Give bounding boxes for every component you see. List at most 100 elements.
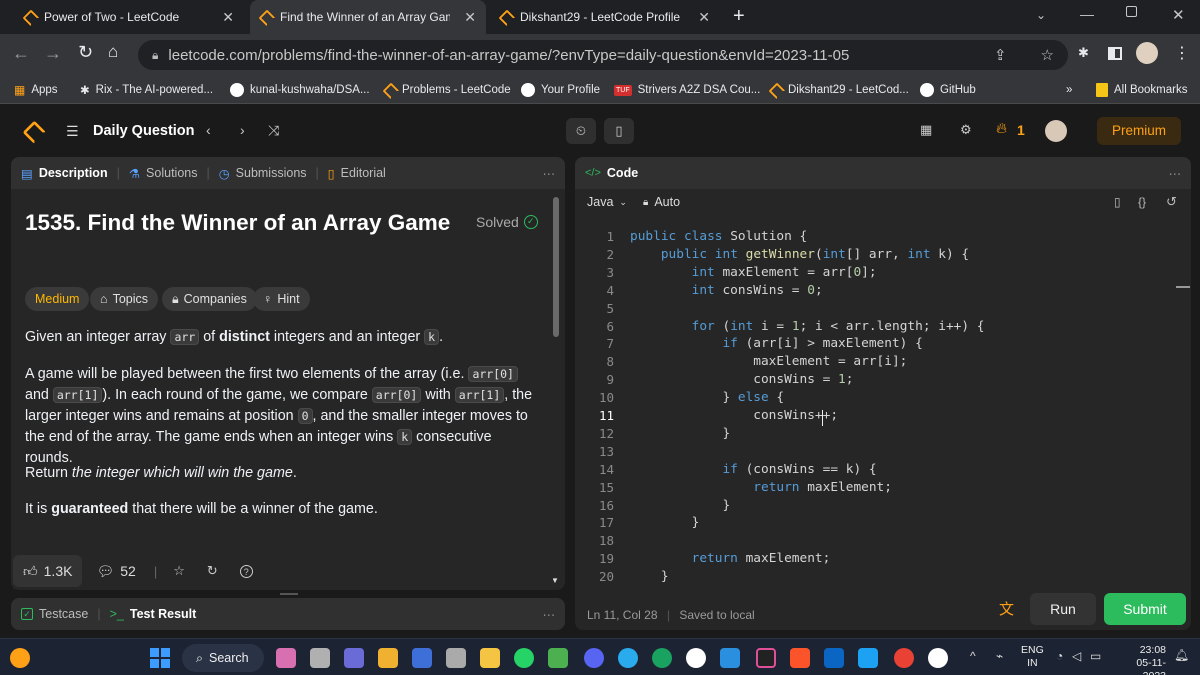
premium-button[interactable]: Premium bbox=[1097, 117, 1181, 145]
tab-editorial[interactable]: Editorial bbox=[341, 166, 386, 180]
new-tab-icon[interactable]: + bbox=[733, 5, 745, 28]
language-indicator[interactable]: ENG IN bbox=[1021, 644, 1044, 670]
bookmark-dikshant[interactable]: Dikshant29 - LeetCod... bbox=[770, 76, 909, 104]
bookmarks-overflow[interactable]: » bbox=[1066, 76, 1072, 104]
bookmark-star-icon[interactable]: ☆ bbox=[1041, 46, 1054, 64]
store-icon[interactable] bbox=[378, 648, 398, 668]
bookmark-your-profile[interactable]: Your Profile bbox=[521, 76, 600, 104]
browser-tab-power-of-two[interactable]: Power of Two - LeetCode ✕ bbox=[14, 0, 244, 34]
reset-code-icon[interactable]: ↺ bbox=[1166, 194, 1177, 210]
like-button[interactable]: 👍︎ 1.3K bbox=[13, 555, 83, 587]
settings-gear-icon[interactable]: ⚙ bbox=[960, 122, 972, 138]
volume-icon[interactable]: ◁ bbox=[1072, 649, 1081, 663]
tab-solutions[interactable]: Solutions bbox=[146, 166, 197, 180]
ai-translate-icon[interactable]: 文 bbox=[999, 598, 1014, 619]
linkedin-icon[interactable] bbox=[824, 648, 844, 668]
media-player-icon[interactable] bbox=[928, 648, 948, 668]
close-tab-icon[interactable]: ✕ bbox=[464, 9, 476, 26]
prev-problem-icon[interactable]: ‹ bbox=[206, 122, 211, 138]
minimize-icon[interactable]: — bbox=[1080, 6, 1094, 22]
share-icon[interactable]: ↻ bbox=[207, 563, 218, 579]
layout-icon[interactable]: ▦ bbox=[920, 122, 932, 138]
home-icon[interactable]: ⌂ bbox=[108, 42, 118, 62]
timer-icon[interactable]: ⏲ bbox=[566, 118, 596, 144]
profile-avatar[interactable] bbox=[1136, 42, 1158, 64]
topics-chip[interactable]: ⌂ Topics bbox=[90, 287, 158, 311]
bookmark-kunal[interactable]: kunal-kushwaha/DSA... bbox=[230, 76, 370, 104]
whatsapp-icon[interactable] bbox=[514, 648, 534, 668]
chrome-icon[interactable] bbox=[894, 648, 914, 668]
help-icon[interactable]: ? bbox=[239, 564, 253, 578]
battery-icon[interactable]: ▭ bbox=[1090, 649, 1101, 663]
visual-studio-icon[interactable] bbox=[412, 648, 432, 668]
bookmark-apps[interactable]: ▦ Apps bbox=[14, 76, 58, 104]
favorite-star-icon[interactable]: ☆ bbox=[173, 563, 185, 579]
shuffle-icon[interactable]: ⤨ bbox=[268, 122, 279, 139]
panel-resize-handle[interactable] bbox=[280, 593, 298, 595]
vscode-icon[interactable] bbox=[720, 648, 740, 668]
network-icon[interactable]: ⌁ bbox=[996, 649, 1003, 663]
tab-search-chevron-icon[interactable]: ⌄ bbox=[1036, 8, 1046, 22]
run-button[interactable]: Run bbox=[1030, 593, 1096, 625]
notification-bell-icon[interactable]: 🔔︎ bbox=[1174, 648, 1189, 662]
back-icon[interactable]: ← bbox=[12, 43, 30, 64]
tab-description[interactable]: Description bbox=[39, 166, 108, 180]
forward-icon[interactable]: → bbox=[44, 43, 62, 64]
maximize-icon[interactable] bbox=[1126, 6, 1137, 17]
share-icon[interactable]: ⇪ bbox=[994, 46, 1007, 64]
github-desktop-icon[interactable] bbox=[686, 648, 706, 668]
next-problem-icon[interactable]: › bbox=[240, 122, 245, 138]
extensions-icon[interactable]: ✱ bbox=[1078, 45, 1089, 61]
user-avatar[interactable] bbox=[1045, 120, 1067, 142]
tab-test-result[interactable]: Test Result bbox=[130, 607, 196, 621]
reload-icon[interactable]: ↻ bbox=[78, 42, 93, 63]
tray-overflow-icon[interactable]: ^ bbox=[970, 649, 976, 663]
intellij-icon[interactable] bbox=[756, 648, 776, 668]
brave-icon[interactable] bbox=[790, 648, 810, 668]
format-braces-icon[interactable]: {} bbox=[1138, 195, 1146, 209]
submit-button[interactable]: Submit bbox=[1104, 593, 1186, 625]
bookmark-icon[interactable]: ▯ bbox=[1114, 195, 1121, 209]
language-select[interactable]: Java ⌄ bbox=[587, 195, 627, 209]
windows-start-icon[interactable] bbox=[150, 648, 170, 668]
panel-more-icon[interactable]: ⋯ bbox=[543, 166, 556, 181]
daily-question-link[interactable]: Daily Question bbox=[93, 123, 195, 139]
panel-more-icon[interactable]: ⋯ bbox=[543, 607, 556, 622]
app-icon[interactable] bbox=[548, 648, 568, 668]
close-tab-icon[interactable]: ✕ bbox=[698, 9, 710, 26]
teams-icon[interactable] bbox=[344, 648, 364, 668]
chrome-menu-icon[interactable]: ⋮ bbox=[1174, 43, 1190, 63]
bookmark-problems[interactable]: Problems - LeetCode bbox=[384, 76, 511, 104]
comments-button[interactable]: 💬︎ 52 bbox=[96, 563, 135, 580]
file-explorer-icon[interactable] bbox=[480, 648, 500, 668]
app-icon[interactable] bbox=[446, 648, 466, 668]
tab-submissions[interactable]: Submissions bbox=[236, 166, 307, 180]
auto-mode-toggle[interactable]: 🔒︎ Auto bbox=[643, 195, 680, 209]
notes-icon[interactable]: ▯ bbox=[604, 118, 634, 144]
close-tab-icon[interactable]: ✕ bbox=[222, 9, 234, 26]
wifi-icon[interactable]: ◔ bbox=[1056, 649, 1063, 663]
copilot-icon[interactable] bbox=[276, 648, 296, 668]
close-window-icon[interactable]: ✕ bbox=[1172, 6, 1185, 24]
twitter-icon[interactable] bbox=[858, 648, 878, 668]
url-bar[interactable]: 🔒︎ leetcode.com/problems/find-the-winner… bbox=[138, 40, 1068, 70]
description-scrollbar[interactable]: ▼ bbox=[551, 197, 561, 587]
taskbar-search[interactable]: ⌕ Search bbox=[182, 644, 264, 672]
all-bookmarks[interactable]: All Bookmarks bbox=[1096, 76, 1188, 104]
bookmark-rix[interactable]: ✱ Rix - The AI-powered... bbox=[80, 76, 213, 104]
task-view-icon[interactable] bbox=[310, 648, 330, 668]
browser-tab-find-winner[interactable]: Find the Winner of an Array Game - ✕ bbox=[250, 0, 486, 34]
companies-chip[interactable]: 🔒︎ Companies bbox=[162, 287, 257, 311]
side-panel-icon[interactable] bbox=[1108, 47, 1122, 60]
panel-more-icon[interactable]: ⋯ bbox=[1169, 166, 1182, 181]
weather-widget-icon[interactable] bbox=[10, 648, 30, 668]
leetcode-logo-icon[interactable] bbox=[24, 122, 42, 140]
hint-chip[interactable]: ♀ Hint bbox=[253, 287, 310, 311]
bookmark-strivers[interactable]: TUF Strivers A2Z DSA Cou... bbox=[614, 76, 760, 104]
browser-tab-profile[interactable]: Dikshant29 - LeetCode Profile ✕ bbox=[490, 0, 720, 34]
telegram-icon[interactable] bbox=[618, 648, 638, 668]
edge-icon[interactable] bbox=[652, 648, 672, 668]
clock[interactable]: 23:0805-11-2023 bbox=[1114, 644, 1166, 675]
discord-icon[interactable] bbox=[584, 648, 604, 668]
bookmark-github[interactable]: GitHub bbox=[920, 76, 976, 104]
